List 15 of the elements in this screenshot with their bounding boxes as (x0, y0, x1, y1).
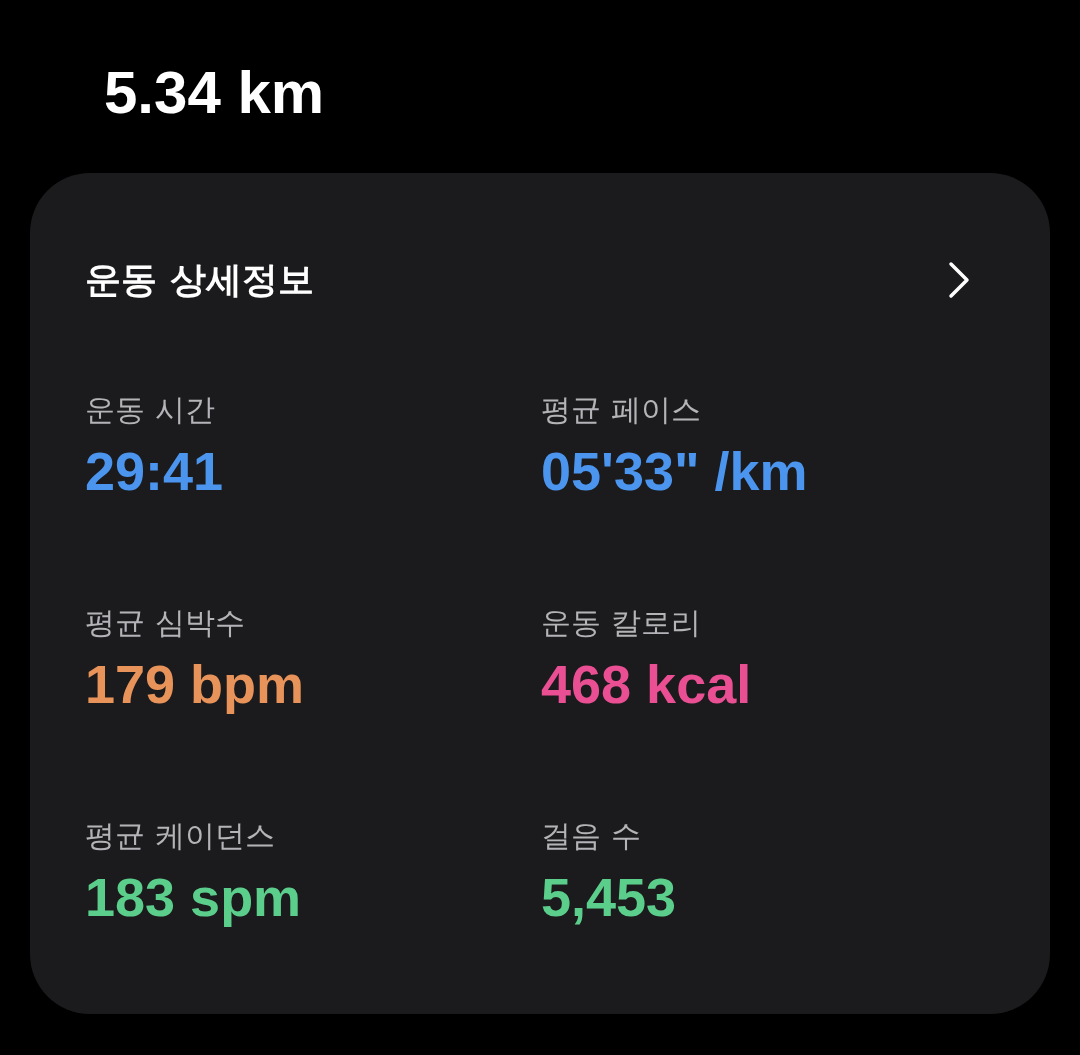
stat-value: 29:41 (85, 440, 225, 502)
stat-label: 운동 시간 (85, 391, 216, 429)
stat-label: 평균 케이던스 (85, 817, 276, 855)
chevron-right-icon[interactable] (948, 261, 970, 299)
distance-total: 5.34 km (103, 58, 326, 128)
stat-value: 183 spm (85, 866, 303, 928)
stat-value: 468 kcal (541, 653, 753, 715)
stat-label: 걸음 수 (541, 817, 642, 855)
stat-value: 05'33" /km (541, 440, 809, 502)
stat-label: 평균 심박수 (85, 604, 246, 642)
stat-label: 평균 페이스 (541, 391, 702, 429)
stat-value: 179 bpm (85, 653, 306, 715)
stat-value: 5,453 (541, 866, 678, 928)
card-title: 운동 상세정보 (85, 258, 314, 302)
stat-label: 운동 칼로리 (541, 604, 702, 642)
